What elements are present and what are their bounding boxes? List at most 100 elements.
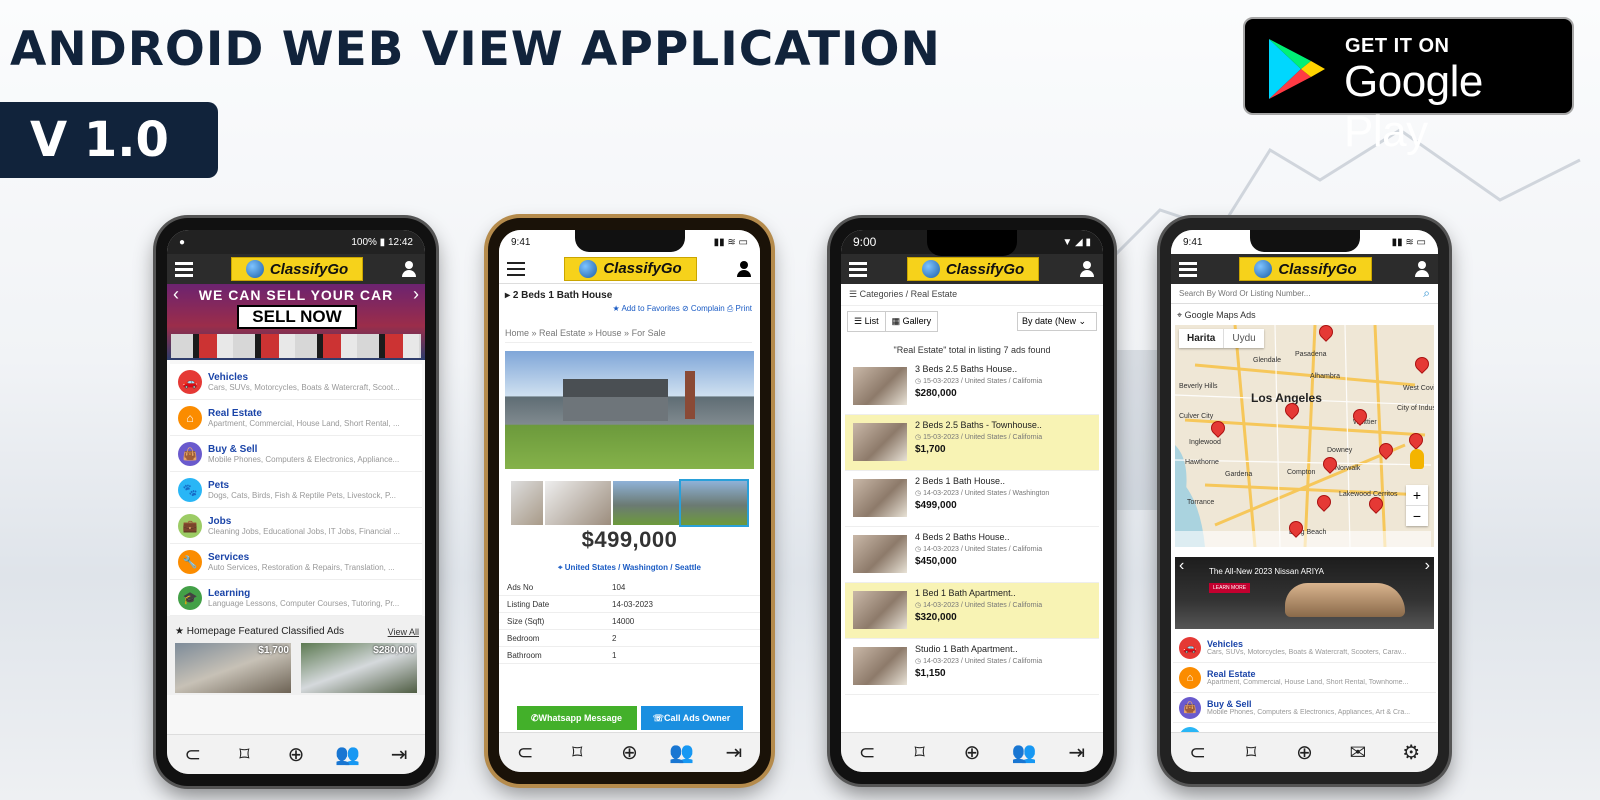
sort-select[interactable]: By date (New ⌄ (1017, 312, 1097, 331)
settings-icon[interactable]: ⚙ (1398, 740, 1424, 766)
category-item[interactable]: ⌂ Real Estate Apartment, Commercial, House… (1173, 663, 1436, 693)
category-item[interactable]: 🎓 Learning Language Lessons, Computer Cour… (170, 580, 422, 616)
app-logo[interactable]: ClassifyGo (906, 257, 1040, 281)
add-icon[interactable]: ⊕ (283, 742, 309, 768)
listing-item[interactable]: 4 Beds 2 Baths House.. ◷ 14-03-2023 / Uni… (845, 527, 1099, 583)
listing-location[interactable]: United States / Washington / Seattle (565, 563, 701, 572)
back-icon[interactable]: ⊂ (1185, 740, 1211, 766)
search-icon[interactable]: ⌕ (1423, 286, 1430, 301)
back-icon[interactable]: ⊂ (512, 740, 538, 766)
app-logo[interactable]: ClassifyGo (1239, 257, 1372, 281)
add-icon[interactable]: ⊕ (616, 740, 642, 766)
map-label: Hawthorne (1185, 459, 1219, 466)
category-item[interactable]: ⌂ Real Estate Apartment, Commercial, House… (170, 400, 422, 436)
view-all-link[interactable]: View All (388, 627, 419, 637)
breadcrumb[interactable]: Categories / Real Estate (860, 289, 958, 299)
bookmark-icon[interactable]: ⌑ (231, 742, 257, 768)
category-item[interactable]: 🚗 Vehicles Cars, SUVs, Motorcycles, Boats … (1173, 633, 1436, 663)
featured-ad-card[interactable]: $280,000 (301, 643, 417, 693)
listing-item[interactable]: 2 Beds 1 Bath House.. ◷ 14-03-2023 / Unit… (845, 471, 1099, 527)
map-pin-icon: ⌖ (1177, 310, 1185, 320)
gallery-view-button[interactable]: ▦ Gallery (885, 311, 939, 332)
category-item[interactable]: 💼 Jobs Cleaning Jobs, Educational Jobs, IT… (170, 508, 422, 544)
login-icon[interactable]: ⇥ (721, 740, 747, 766)
category-item[interactable]: 🐾 Pets Dogs, Cats, Birds, Fish & Reptile P… (170, 472, 422, 508)
call-owner-button[interactable]: ☏ Call Ads Owner (640, 706, 743, 730)
listing-item[interactable]: 3 Beds 2.5 Baths House.. ◷ 15-03-2023 / U… (845, 359, 1099, 415)
app-logo[interactable]: ClassifyGo (564, 256, 697, 281)
login-icon[interactable]: ⇥ (1064, 740, 1090, 766)
add-user-icon[interactable]: 👥 (669, 740, 695, 766)
listing-item[interactable]: 1 Bed 1 Bath Apartment.. ◷ 14-03-2023 / U… (845, 583, 1099, 639)
listing-actions: ★ Add to Favorites ⊘ Complain ⎙ Print (505, 304, 752, 314)
list-view-button[interactable]: ☰ List (847, 311, 886, 332)
search-bar[interactable]: ⌕ (1171, 284, 1438, 304)
zoom-out-button[interactable]: − (1406, 506, 1428, 526)
menu-icon[interactable] (1179, 262, 1197, 277)
complain-link[interactable]: ⊘ Complain (682, 304, 725, 313)
bookmark-icon[interactable]: ⌑ (1238, 740, 1264, 766)
listing-results: 3 Beds 2.5 Baths House.. ◷ 15-03-2023 / U… (845, 359, 1099, 695)
ad-banner[interactable]: The All-New 2023 Nissan ARIYA LEARN MORE… (1175, 557, 1434, 629)
menu-icon[interactable] (175, 262, 193, 277)
thumbnail-active[interactable] (679, 479, 749, 527)
banner-next-icon[interactable]: › (413, 284, 419, 305)
thumbnail[interactable] (545, 481, 611, 525)
bookmark-icon[interactable]: ⌑ (564, 740, 590, 766)
menu-icon[interactable] (849, 262, 867, 277)
bag-icon: 👜 (178, 441, 202, 466)
add-icon[interactable]: ⊕ (959, 740, 985, 766)
back-icon[interactable]: ⊂ (854, 740, 880, 766)
contact-actions: ✆ Whatsapp Message ☏ Call Ads Owner (499, 704, 760, 732)
back-icon[interactable]: ⊂ (180, 742, 206, 768)
add-icon[interactable]: ⊕ (1291, 740, 1317, 766)
user-icon[interactable] (1414, 261, 1430, 277)
add-user-icon[interactable]: 👥 (335, 742, 361, 768)
category-item[interactable]: 👜 Buy & Sell Mobile Phones, Computers & El… (1173, 693, 1436, 723)
whatsapp-button[interactable]: ✆ Whatsapp Message (516, 706, 637, 730)
category-item[interactable]: 🔧 Services Auto Services, Restoration & Re… (170, 544, 422, 580)
map-label: West Covi (1403, 385, 1434, 392)
google-play-badge[interactable]: GET IT ON Google Play (1243, 17, 1574, 156)
map-zoom-controls: + − (1406, 485, 1428, 526)
user-icon[interactable] (1079, 261, 1095, 277)
map-tab-uydu[interactable]: Uydu (1223, 329, 1263, 348)
print-link[interactable]: ⎙ Print (727, 304, 752, 313)
street-view-icon[interactable] (1410, 449, 1424, 469)
google-map[interactable]: Harita Uydu Los Angeles Pasadena Glendale… (1175, 325, 1434, 547)
login-icon[interactable]: ⇥ (386, 742, 412, 768)
category-item[interactable]: 🚗 Vehicles Cars, SUVs, Motorcycles, Boats … (170, 364, 422, 400)
user-icon[interactable] (736, 260, 752, 277)
listing-main-photo[interactable] (505, 351, 754, 469)
ad-next-icon[interactable]: › (1425, 557, 1430, 575)
category-item[interactable]: 👜 Buy & Sell Mobile Phones, Computers & El… (170, 436, 422, 472)
listing-meta: ◷ 15-03-2023 / United States / Californi… (915, 378, 1043, 385)
zoom-in-button[interactable]: + (1406, 485, 1428, 506)
featured-ad-price: $280,000 (373, 645, 415, 656)
promo-banner[interactable]: WE CAN SELL YOUR CAR SELL NOW ‹ › (167, 284, 425, 360)
listing-price: $320,000 (915, 612, 957, 623)
phone-4-maps: 9:41 ▮▮ ≋ ▭ ClassifyGo ⌕ ⌖ Google Maps A… (1160, 218, 1449, 784)
phone-icon: ☏ (652, 712, 665, 723)
search-input[interactable] (1179, 289, 1399, 298)
status-time: 9:41 (511, 236, 531, 248)
thumbnail[interactable] (613, 481, 679, 525)
listing-price: $1,700 (915, 444, 946, 455)
ad-prev-icon[interactable]: ‹ (1179, 557, 1184, 575)
listing-item[interactable]: 2 Beds 2.5 Baths - Townhouse.. ◷ 15-03-20… (845, 415, 1099, 471)
ad-learn-more-button[interactable]: LEARN MORE (1209, 583, 1251, 593)
breadcrumb[interactable]: Home » Real Estate » House » For Sale (505, 328, 752, 343)
thumbnail[interactable] (511, 481, 543, 525)
menu-icon[interactable] (507, 261, 525, 276)
banner-prev-icon[interactable]: ‹ (173, 284, 179, 305)
banner-cta: SELL NOW (237, 305, 357, 329)
map-tab-harita[interactable]: Harita (1179, 329, 1223, 348)
listing-item[interactable]: Studio 1 Bath Apartment.. ◷ 14-03-2023 / … (845, 639, 1099, 695)
featured-ad-card[interactable]: $1,700 (175, 643, 291, 693)
user-icon[interactable] (401, 261, 417, 277)
bookmark-icon[interactable]: ⌑ (907, 740, 933, 766)
mail-icon[interactable]: ✉ (1345, 740, 1371, 766)
add-user-icon[interactable]: 👥 (1011, 740, 1037, 766)
app-logo[interactable]: ClassifyGo (230, 257, 364, 281)
favorite-link[interactable]: ★ Add to Favorites (613, 304, 680, 313)
